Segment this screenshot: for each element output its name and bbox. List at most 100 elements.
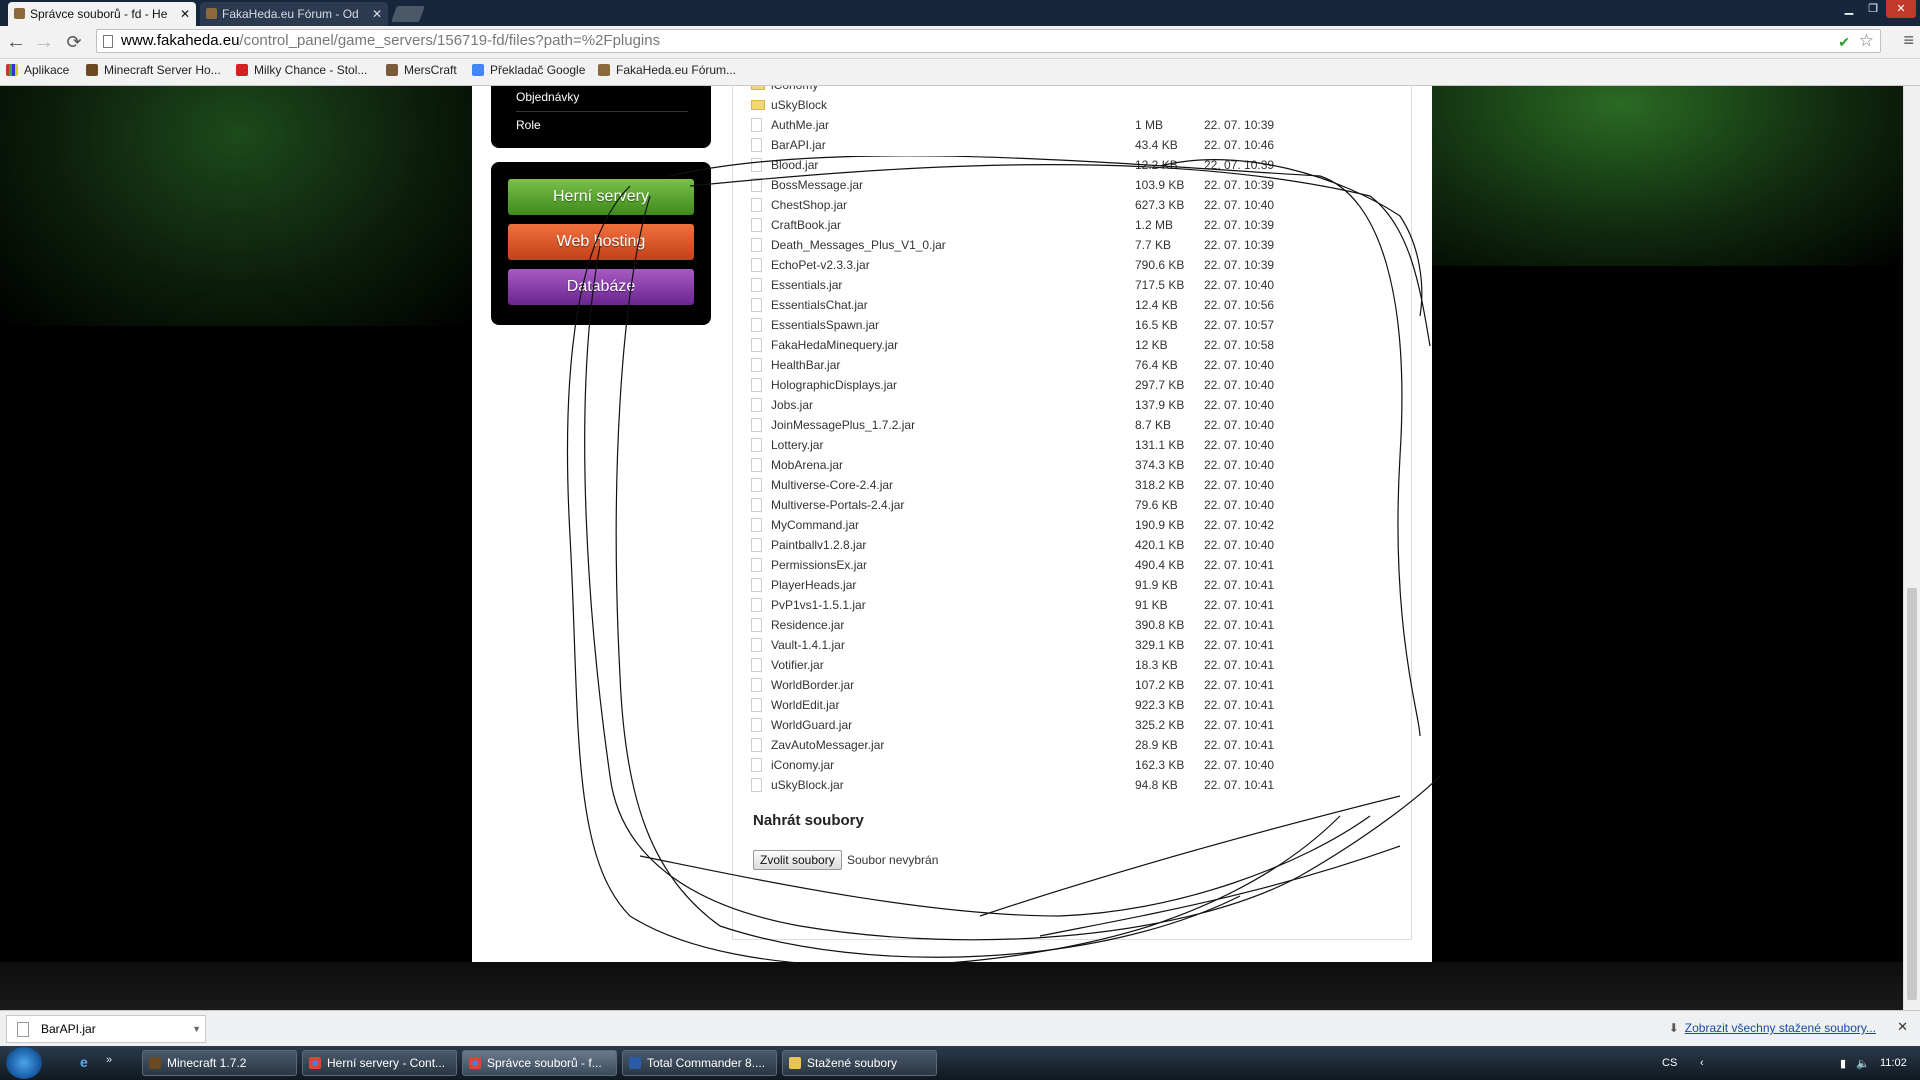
menu-item-orders[interactable]: Objednávky bbox=[516, 90, 579, 104]
taskbar-minecraft[interactable]: Minecraft 1.7.2 bbox=[142, 1050, 297, 1076]
tab-file-manager[interactable]: Správce souborů - fd - He ✕ bbox=[8, 2, 196, 26]
file-date: 22. 07. 10:40 bbox=[1204, 358, 1275, 372]
file-row[interactable]: BossMessage.jar 103.9 KB 22. 07. 10:39 bbox=[751, 175, 1391, 195]
file-row[interactable]: Paintballv1.2.8.jar 420.1 KB 22. 07. 10:40 bbox=[751, 535, 1391, 555]
file-row[interactable]: WorldGuard.jar 325.2 KB 22. 07. 10:41 bbox=[751, 715, 1391, 735]
network-icon[interactable]: ▮ bbox=[1840, 1057, 1846, 1070]
file-row[interactable]: Residence.jar 390.8 KB 22. 07. 10:41 bbox=[751, 615, 1391, 635]
apps-grid-icon bbox=[6, 64, 18, 76]
bookmark-milky-chance[interactable]: Milky Chance - Stol... bbox=[236, 59, 367, 81]
choose-files-button[interactable]: Zvolit soubory bbox=[753, 850, 842, 870]
bookmark-google-translate[interactable]: Překladač Google bbox=[472, 59, 585, 81]
file-date: 22. 07. 10:40 bbox=[1204, 398, 1275, 412]
file-icon bbox=[751, 258, 762, 272]
file-size: 18.3 KB bbox=[1135, 658, 1178, 672]
file-row[interactable]: WorldEdit.jar 922.3 KB 22. 07. 10:41 bbox=[751, 695, 1391, 715]
page-scrollbar[interactable] bbox=[1903, 86, 1920, 1010]
file-row[interactable]: HolographicDisplays.jar 297.7 KB 22. 07. 1… bbox=[751, 375, 1391, 395]
file-row[interactable]: Death_Messages_Plus_V1_0.jar 7.7 KB 22. 07… bbox=[751, 235, 1391, 255]
file-row[interactable]: ZavAutoMessager.jar 28.9 KB 22. 07. 10:41 bbox=[751, 735, 1391, 755]
file-row[interactable]: Lottery.jar 131.1 KB 22. 07. 10:40 bbox=[751, 435, 1391, 455]
clock[interactable]: 11:02 bbox=[1880, 1057, 1907, 1069]
bookmark-minecraft-server[interactable]: Minecraft Server Ho... bbox=[86, 59, 221, 81]
file-date: 22. 07. 10:41 bbox=[1204, 598, 1275, 612]
file-row[interactable]: PermissionsEx.jar 490.4 KB 22. 07. 10:41 bbox=[751, 555, 1391, 575]
ie-icon[interactable]: e bbox=[80, 1054, 88, 1070]
file-row[interactable]: Blood.jar 12.2 KB 22. 07. 10:39 bbox=[751, 155, 1391, 175]
taskbar-chrome-game-servers[interactable]: Herní servery - Cont... bbox=[302, 1050, 457, 1076]
file-row[interactable]: BarAPI.jar 43.4 KB 22. 07. 10:46 bbox=[751, 135, 1391, 155]
show-all-downloads-link[interactable]: Zobrazit všechny stažené soubory... bbox=[1669, 1021, 1876, 1035]
file-date: 22. 07. 10:40 bbox=[1204, 478, 1275, 492]
address-bar[interactable]: www.fakaheda.eu/control_panel/game_serve… bbox=[96, 29, 1881, 53]
file-row[interactable]: Multiverse-Core-2.4.jar 318.2 KB 22. 07. 1… bbox=[751, 475, 1391, 495]
minecraft-icon bbox=[86, 64, 98, 76]
file-row[interactable]: PvP1vs1-1.5.1.jar 91 KB 22. 07. 10:41 bbox=[751, 595, 1391, 615]
chrome-icon bbox=[469, 1057, 481, 1069]
file-row[interactable]: CraftBook.jar 1.2 MB 22. 07. 10:39 bbox=[751, 215, 1391, 235]
bookmark-fakaheda-forum[interactable]: FakaHeda.eu Fórum... bbox=[598, 59, 736, 81]
close-icon[interactable]: ✕ bbox=[180, 2, 190, 26]
file-row[interactable]: MyCommand.jar 190.9 KB 22. 07. 10:42 bbox=[751, 515, 1391, 535]
bookmark-star-icon[interactable]: ☆ bbox=[1859, 31, 1874, 51]
file-size: 627.3 KB bbox=[1135, 198, 1185, 212]
file-row[interactable]: HealthBar.jar 76.4 KB 22. 07. 10:40 bbox=[751, 355, 1391, 375]
chrome-menu-icon[interactable]: ≡ bbox=[1903, 30, 1914, 51]
back-icon[interactable]: ← bbox=[4, 30, 28, 54]
file-name: Paintballv1.2.8.jar bbox=[771, 538, 867, 552]
file-icon bbox=[751, 118, 762, 132]
close-window-icon[interactable]: ✕ bbox=[1886, 0, 1916, 18]
file-row[interactable]: Vault-1.4.1.jar 329.1 KB 22. 07. 10:41 bbox=[751, 635, 1391, 655]
file-row[interactable]: EchoPet-v2.3.3.jar 790.6 KB 22. 07. 10:39 bbox=[751, 255, 1391, 275]
folder-row[interactable]: iConomy bbox=[751, 86, 1391, 95]
bookmark-apps[interactable]: Aplikace bbox=[6, 59, 69, 81]
file-size: 318.2 KB bbox=[1135, 478, 1185, 492]
volume-icon[interactable]: 🔈 bbox=[1856, 1057, 1870, 1070]
bookmark-merscraft[interactable]: MersCraft bbox=[386, 59, 457, 81]
forward-icon[interactable]: → bbox=[32, 30, 56, 54]
menu-item-roles[interactable]: Role bbox=[516, 118, 541, 132]
scrollbar-thumb[interactable] bbox=[1907, 588, 1917, 1000]
close-downloads-icon[interactable]: ✕ bbox=[1897, 1019, 1908, 1035]
file-row[interactable]: iConomy.jar 162.3 KB 22. 07. 10:40 bbox=[751, 755, 1391, 775]
tab-forum[interactable]: FakaHeda.eu Fórum - Od ✕ bbox=[200, 2, 388, 26]
file-row[interactable]: Jobs.jar 137.9 KB 22. 07. 10:40 bbox=[751, 395, 1391, 415]
extension-check-icon[interactable]: ✔ bbox=[1838, 34, 1850, 51]
file-row[interactable]: uSkyBlock.jar 94.8 KB 22. 07. 10:41 bbox=[751, 775, 1391, 795]
background-grass-right bbox=[1432, 86, 1903, 266]
game-servers-button[interactable]: Herní servery bbox=[508, 179, 694, 215]
file-row[interactable]: MobArena.jar 374.3 KB 22. 07. 10:40 bbox=[751, 455, 1391, 475]
minimize-icon[interactable]: ▁ bbox=[1836, 0, 1862, 18]
file-row[interactable]: ChestShop.jar 627.3 KB 22. 07. 10:40 bbox=[751, 195, 1391, 215]
file-name: HolographicDisplays.jar bbox=[771, 378, 898, 392]
file-row[interactable]: EssentialsSpawn.jar 16.5 KB 22. 07. 10:57 bbox=[751, 315, 1391, 335]
reload-icon[interactable]: ⟳ bbox=[62, 30, 86, 54]
file-row[interactable]: FakaHedaMinequery.jar 12 KB 22. 07. 10:58 bbox=[751, 335, 1391, 355]
file-row[interactable]: Essentials.jar 717.5 KB 22. 07. 10:40 bbox=[751, 275, 1391, 295]
file-row[interactable]: AuthMe.jar 1 MB 22. 07. 10:39 bbox=[751, 115, 1391, 135]
file-row[interactable]: EssentialsChat.jar 12.4 KB 22. 07. 10:56 bbox=[751, 295, 1391, 315]
chevron-right-icon[interactable]: » bbox=[106, 1054, 112, 1066]
file-icon bbox=[751, 778, 762, 792]
chevron-down-icon[interactable]: ▼ bbox=[192, 1016, 201, 1042]
taskbar-downloads-folder[interactable]: Stažené soubory bbox=[782, 1050, 937, 1076]
start-button[interactable] bbox=[6, 1047, 42, 1079]
file-name: HealthBar.jar bbox=[771, 358, 841, 372]
web-hosting-button[interactable]: Web hosting bbox=[508, 224, 694, 260]
taskbar-total-commander[interactable]: Total Commander 8.... bbox=[622, 1050, 777, 1076]
file-row[interactable]: Votifier.jar 18.3 KB 22. 07. 10:41 bbox=[751, 655, 1391, 675]
tray-expand-icon[interactable]: ‹ bbox=[1700, 1057, 1704, 1069]
download-item[interactable]: BarAPI.jar ▼ bbox=[6, 1015, 206, 1043]
file-row[interactable]: JoinMessagePlus_1.7.2.jar 8.7 KB 22. 07. 1… bbox=[751, 415, 1391, 435]
restore-icon[interactable]: ❐ bbox=[1860, 0, 1886, 18]
taskbar-chrome-file-manager[interactable]: Správce souborů - f... bbox=[462, 1050, 617, 1076]
databases-button[interactable]: Databáze bbox=[508, 269, 694, 305]
close-icon[interactable]: ✕ bbox=[372, 2, 382, 26]
file-row[interactable]: Multiverse-Portals-2.4.jar 79.6 KB 22. 07.… bbox=[751, 495, 1391, 515]
file-icon bbox=[17, 1022, 29, 1037]
new-tab-button[interactable] bbox=[391, 6, 425, 22]
folder-row[interactable]: uSkyBlock bbox=[751, 95, 1391, 115]
file-row[interactable]: PlayerHeads.jar 91.9 KB 22. 07. 10:41 bbox=[751, 575, 1391, 595]
file-row[interactable]: WorldBorder.jar 107.2 KB 22. 07. 10:41 bbox=[751, 675, 1391, 695]
language-indicator[interactable]: CS bbox=[1662, 1057, 1677, 1069]
